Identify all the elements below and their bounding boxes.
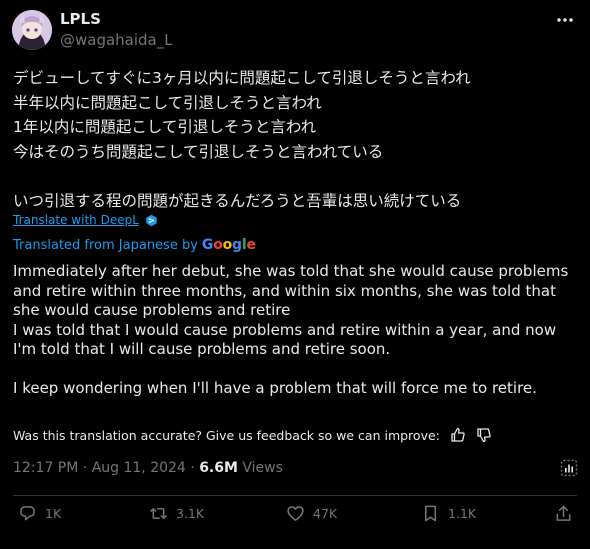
more-icon[interactable] — [554, 12, 576, 28]
tweet-translation: Immediately after her debut, she was tol… — [13, 262, 581, 399]
meta-separator: · — [190, 460, 200, 476]
translation-paragraph: I was told that I would cause problems a… — [13, 320, 557, 359]
translation-paragraph: Immediately after her debut, she was tol… — [13, 262, 569, 319]
bookmark-count: 1.1K — [448, 506, 477, 521]
translated-from-label: Translated from Japanese by — [13, 237, 198, 253]
google-logo: Google — [201, 237, 256, 253]
feedback-prompt: Was this translation accurate? Give us f… — [13, 427, 440, 443]
translate-deepl-link[interactable]: Translate with DeepL — [13, 213, 158, 227]
avatar[interactable] — [12, 10, 52, 50]
meta-separator: · — [82, 460, 92, 476]
reply-icon — [20, 506, 35, 521]
repost-count: 3.1K — [176, 506, 205, 521]
reply-button[interactable]: 1K — [18, 504, 61, 523]
views-count: 6.6M — [199, 460, 238, 476]
reply-count: 1K — [45, 506, 62, 521]
bookmark-icon — [424, 505, 437, 522]
author-name[interactable]: LPLS — [60, 10, 101, 28]
action-bar: 1K 3.1K 47K 1.1K — [0, 504, 590, 534]
divider — [13, 495, 577, 496]
like-button[interactable]: 47K — [286, 504, 337, 523]
tweet-time[interactable]: 12:17 PM — [13, 460, 78, 476]
translate-deepl-label[interactable]: Translate with DeepL — [13, 213, 139, 227]
translation-paragraph: I keep wondering when I'll have a proble… — [13, 379, 537, 397]
repost-icon — [150, 507, 167, 520]
bookmark-button[interactable]: 1.1K — [421, 504, 476, 523]
original-line — [13, 164, 578, 189]
thumbs-up-icon[interactable] — [450, 427, 466, 443]
deepl-icon — [146, 214, 157, 226]
share-icon — [556, 505, 571, 521]
views-label: Views — [242, 460, 283, 476]
original-line: デビューしてすぐに3ヶ月以内に問題起こして引退しそうと言われ — [13, 69, 471, 87]
analytics-icon[interactable] — [560, 459, 578, 477]
original-line: 1年以内に問題起こして引退しそうと言われ — [13, 118, 317, 136]
tweet-original-text: デビューしてすぐに3ヶ月以内に問題起こして引退しそうと言われ 半年以内に問題起こ… — [13, 66, 578, 213]
original-line: 半年以内に問題起こして引退しそうと言われ — [13, 93, 322, 112]
translation-feedback: Was this translation accurate? Give us f… — [13, 427, 492, 443]
thumbs-down-icon[interactable] — [476, 427, 492, 443]
like-count: 47K — [313, 506, 338, 521]
translated-by-line: Translated from Japanese by Google — [13, 237, 256, 253]
translation-gap — [13, 360, 581, 380]
repost-button[interactable]: 3.1K — [149, 504, 204, 523]
tweet-card: LPLS @wagahaida_L デビューしてすぐに3ヶ月以内に問題起こして引… — [0, 0, 590, 549]
share-button[interactable] — [554, 504, 573, 523]
tweet-date[interactable]: Aug 11, 2024 — [92, 460, 186, 476]
tweet-meta: 12:17 PM · Aug 11, 2024 · 6.6M Views — [13, 460, 283, 476]
original-line: いつ引退する程の問題が起きるんだろうと吾輩は思い続けている — [13, 191, 462, 210]
author-handle[interactable]: @wagahaida_L — [60, 31, 173, 49]
like-icon — [287, 506, 304, 521]
original-line: 今はそのうち問題起こして引退しそうと言われている — [13, 142, 384, 161]
